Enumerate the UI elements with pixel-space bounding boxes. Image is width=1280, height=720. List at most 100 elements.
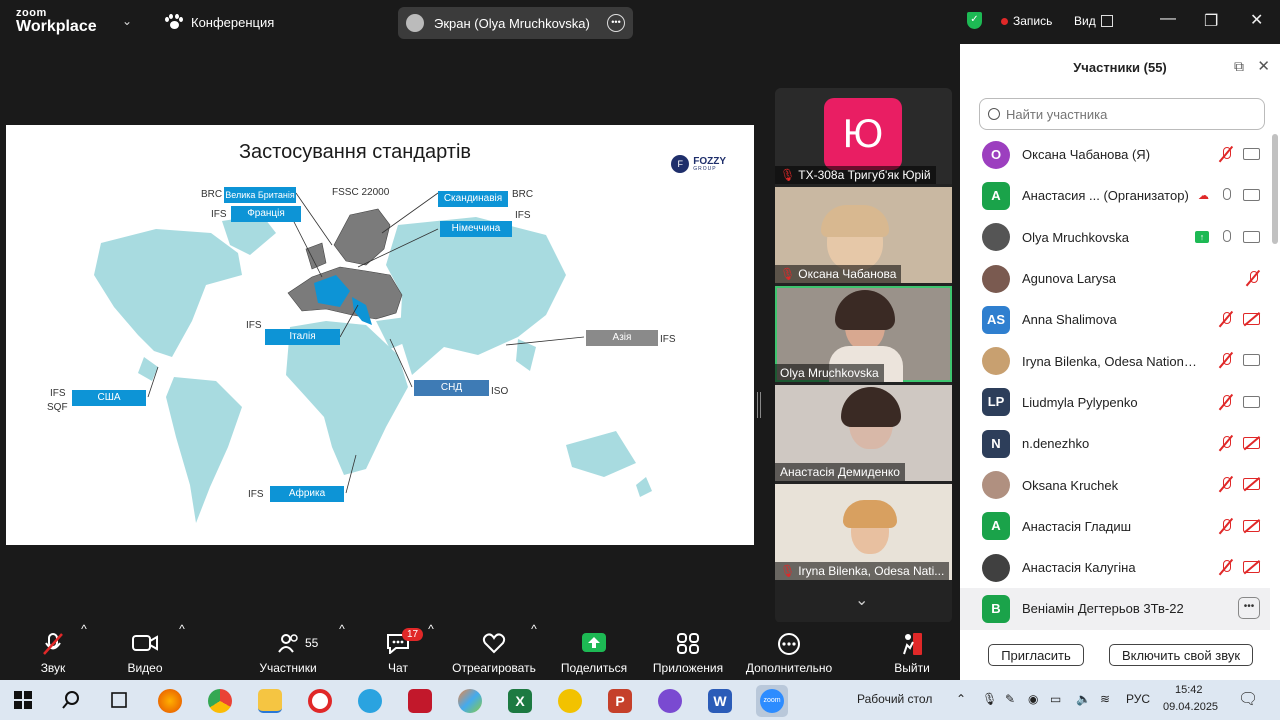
video-tile[interactable]: 🎙 Iryna Bilenka, Odesa Nati... bbox=[775, 484, 952, 580]
camera-off-icon[interactable] bbox=[1243, 519, 1260, 532]
windows-start-icon[interactable] bbox=[12, 689, 36, 713]
mic-icon[interactable] bbox=[1219, 187, 1233, 203]
camera-off-icon[interactable] bbox=[1243, 437, 1260, 450]
battery-icon[interactable]: ▭ bbox=[1050, 692, 1061, 706]
wifi-icon[interactable]: ≋ bbox=[1100, 692, 1110, 706]
archive-icon[interactable] bbox=[558, 689, 582, 713]
mic-off-icon[interactable] bbox=[1219, 435, 1233, 451]
list-item[interactable]: Анастасія Калугіна bbox=[960, 547, 1270, 588]
task-view-icon[interactable] bbox=[108, 689, 132, 713]
list-item[interactable]: Oksana Kruchek bbox=[960, 464, 1270, 505]
file-explorer-icon[interactable] bbox=[258, 689, 282, 713]
video-options-caret[interactable]: ^ bbox=[176, 622, 188, 680]
screen-share-indicator[interactable]: Экран (Olya Mruchkovska) ••• bbox=[398, 7, 633, 39]
participant-search[interactable] bbox=[979, 98, 1265, 130]
list-item[interactable]: Olya Mruchkovska ↑ bbox=[960, 217, 1270, 258]
camera-off-icon[interactable] bbox=[1243, 478, 1260, 491]
close-icon[interactable]: ✕ bbox=[1250, 10, 1263, 30]
leave-button[interactable]: Выйти bbox=[867, 622, 957, 680]
share-screen-button[interactable]: Поделиться bbox=[549, 622, 639, 680]
mic-off-icon[interactable] bbox=[1219, 394, 1233, 410]
video-tile[interactable]: 🎙 Оксана Чабанова bbox=[775, 187, 952, 283]
restore-icon[interactable]: ❐ bbox=[1204, 11, 1218, 31]
pop-out-icon[interactable]: ⧉ bbox=[1234, 58, 1244, 75]
slide-title: Застосування стандартів bbox=[238, 141, 472, 163]
zoom-taskbar-active[interactable]: zoom bbox=[756, 685, 788, 717]
excel-icon[interactable]: X bbox=[508, 689, 532, 713]
mic-off-icon[interactable] bbox=[1219, 559, 1233, 575]
list-item[interactable]: LP Liudmyla Pylypenko bbox=[960, 382, 1270, 423]
pen-icon[interactable]: ✎ bbox=[1005, 692, 1015, 706]
mic-off-icon[interactable] bbox=[1219, 518, 1233, 534]
more-button[interactable]: Дополнительно bbox=[733, 622, 845, 680]
viber-icon[interactable] bbox=[658, 689, 682, 713]
participants-options-caret[interactable]: ^ bbox=[336, 622, 348, 680]
chat-options-caret[interactable]: ^ bbox=[425, 622, 437, 680]
camera-off-icon[interactable] bbox=[1243, 313, 1260, 326]
camera-icon[interactable] bbox=[1243, 148, 1260, 160]
list-item[interactable]: Iryna Bilenka, Odesa National U... bbox=[960, 340, 1270, 381]
chrome-icon[interactable] bbox=[208, 689, 232, 713]
list-item[interactable]: AS Anna Shalimova bbox=[960, 299, 1270, 340]
powerpoint-icon[interactable]: P bbox=[608, 689, 632, 713]
splitter-handle[interactable] bbox=[757, 392, 761, 418]
camera-icon[interactable] bbox=[1243, 230, 1260, 243]
security-shield-icon[interactable]: ✓ bbox=[967, 12, 982, 29]
notifications-icon[interactable]: 🗨 bbox=[1238, 689, 1258, 709]
video-tile[interactable]: Анастасія Демиденко bbox=[775, 385, 952, 481]
mic-off-icon[interactable] bbox=[1219, 146, 1233, 162]
app-icon[interactable] bbox=[408, 689, 432, 713]
mic-icon[interactable] bbox=[1219, 229, 1233, 245]
minimize-icon[interactable]: — bbox=[1160, 10, 1176, 28]
list-item[interactable]: N n.denezhko bbox=[960, 423, 1270, 464]
paint-icon[interactable] bbox=[458, 689, 482, 713]
react-options-caret[interactable]: ^ bbox=[528, 622, 540, 680]
unmute-self-button[interactable]: Включить свой звук bbox=[1109, 644, 1253, 666]
camera-icon[interactable] bbox=[1243, 354, 1260, 367]
word-icon[interactable]: W bbox=[708, 689, 732, 713]
video-tile[interactable]: Ю 🎙 TX-308a Тригуб'як Юрій bbox=[775, 88, 952, 184]
desktop-label[interactable]: Рабочий стол bbox=[857, 692, 932, 706]
mic-off-icon[interactable] bbox=[1219, 352, 1233, 368]
avatar: LP bbox=[982, 388, 1010, 417]
chevron-down-icon[interactable]: ⌄ bbox=[122, 14, 132, 28]
mic-tray-icon[interactable]: 🎙 bbox=[982, 692, 997, 706]
chevron-up-icon[interactable]: ⌃ bbox=[956, 692, 966, 706]
telegram-icon[interactable] bbox=[358, 689, 382, 713]
firefox-icon[interactable] bbox=[158, 689, 182, 713]
mic-off-icon[interactable] bbox=[1219, 311, 1233, 327]
list-item[interactable]: О Оксана Чабанова (Я) bbox=[960, 134, 1270, 175]
invite-button[interactable]: Пригласить bbox=[988, 644, 1084, 666]
camera-icon[interactable] bbox=[1243, 189, 1260, 202]
viber-tray-icon[interactable]: ◉ bbox=[1028, 692, 1038, 706]
list-item[interactable]: А Анастасія Гладиш bbox=[960, 506, 1270, 547]
more-icon[interactable]: ••• bbox=[607, 14, 625, 32]
search-icon[interactable] bbox=[60, 689, 84, 713]
search-input[interactable] bbox=[1006, 106, 1246, 122]
participants-button[interactable]: 55 Участники bbox=[243, 622, 333, 680]
clock-time[interactable]: 15:42 bbox=[1175, 684, 1203, 696]
camera-off-icon[interactable] bbox=[1243, 560, 1260, 573]
react-button[interactable]: Отреагировать bbox=[449, 622, 539, 680]
video-tile-active-speaker[interactable]: Olya Mruchkovska bbox=[775, 286, 952, 382]
list-item[interactable]: А Анастасия ... (Организатор) ☁ bbox=[960, 175, 1270, 216]
record-button[interactable]: Запись bbox=[1001, 14, 1052, 28]
camera-icon[interactable] bbox=[1243, 395, 1260, 408]
list-item[interactable]: Agunova Larysa bbox=[960, 258, 1270, 299]
mic-off-icon[interactable] bbox=[1246, 270, 1260, 286]
view-button[interactable]: Вид bbox=[1074, 14, 1113, 28]
scrollbar[interactable] bbox=[1272, 134, 1278, 244]
fozzy-mark-icon: F bbox=[671, 155, 690, 173]
chevron-down-icon[interactable]: ⌄ bbox=[855, 590, 868, 610]
audio-options-caret[interactable]: ^ bbox=[78, 622, 90, 680]
clock-date[interactable]: 09.04.2025 bbox=[1163, 701, 1218, 713]
meeting-info-button[interactable]: Конференция bbox=[165, 14, 274, 30]
opera-icon[interactable] bbox=[308, 689, 332, 713]
apps-button[interactable]: Приложения bbox=[643, 622, 733, 680]
language-indicator[interactable]: РУС bbox=[1126, 692, 1150, 706]
more-icon[interactable]: ••• bbox=[1238, 597, 1260, 620]
volume-icon[interactable]: 🔈 bbox=[1076, 692, 1091, 706]
mic-off-icon[interactable] bbox=[1219, 476, 1233, 492]
close-icon[interactable]: ✕ bbox=[1257, 57, 1270, 75]
list-item[interactable]: В Веніамін Дегтерьов 3Тв-22 ••• bbox=[960, 588, 1270, 630]
